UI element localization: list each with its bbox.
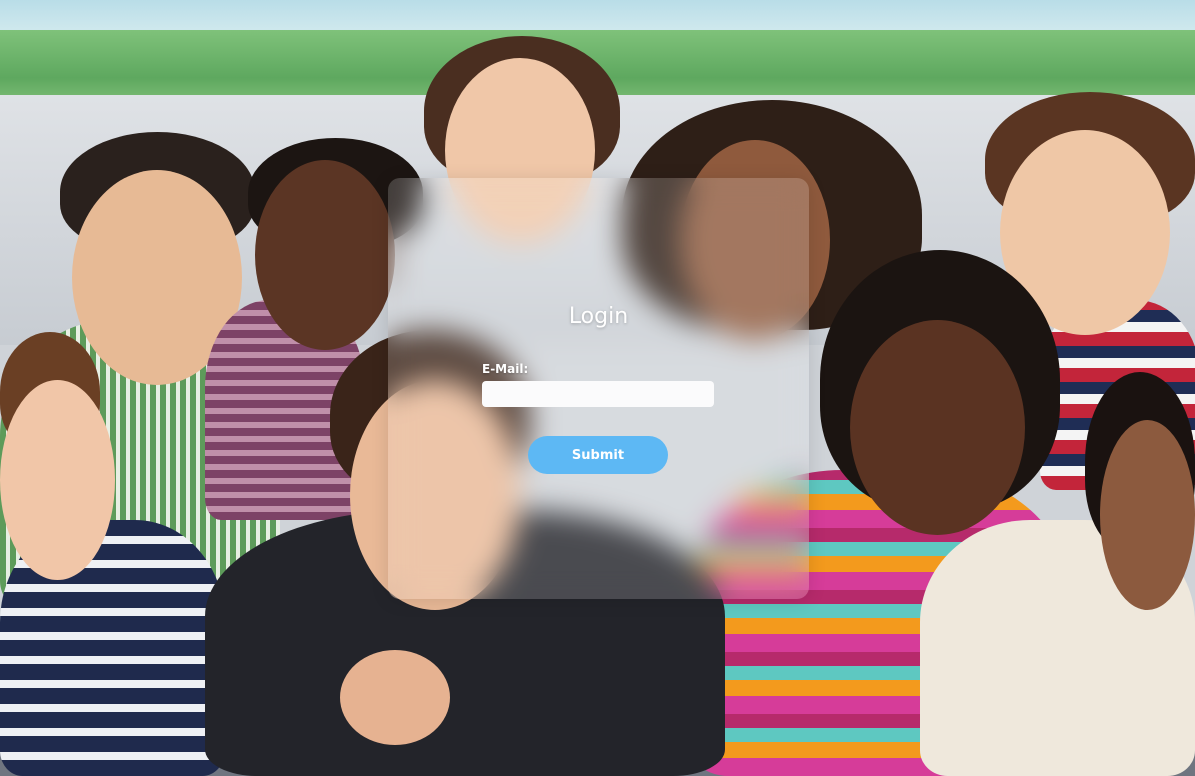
email-label: E-Mail: [482,362,529,376]
login-title: Login [568,304,629,329]
child-face [850,320,1025,535]
email-field[interactable] [482,381,714,407]
child-hands [340,650,450,745]
child-face [255,160,395,350]
login-panel: Login E-Mail: Submit [388,178,809,599]
login-page: Login E-Mail: Submit [0,0,1195,776]
child-face [1100,420,1195,610]
child-face [0,380,115,580]
submit-button[interactable]: Submit [528,436,668,474]
